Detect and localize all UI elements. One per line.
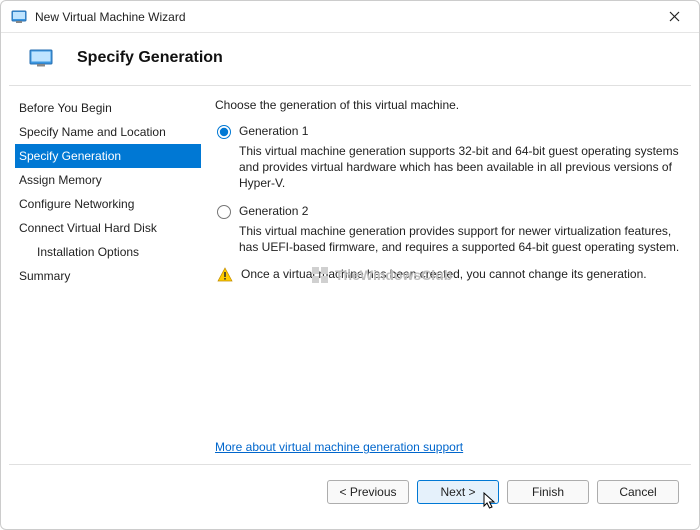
warning-row: Once a virtual machine has been created,… [215, 267, 681, 283]
app-icon [11, 9, 27, 25]
sidebar-item-configure-networking[interactable]: Configure Networking [15, 192, 201, 216]
instruction-text: Choose the generation of this virtual ma… [215, 98, 681, 112]
warning-text: Once a virtual machine has been created,… [241, 267, 647, 281]
generation-1-option[interactable]: Generation 1 [215, 124, 681, 139]
wizard-footer: < Previous Next > Finish Cancel [9, 464, 691, 518]
page-title: Specify Generation [77, 49, 223, 67]
generation-2-radio[interactable] [217, 205, 231, 219]
generation-2-label: Generation 2 [239, 204, 308, 218]
generation-1-label: Generation 1 [239, 124, 308, 138]
generation-2-description: This virtual machine generation provides… [239, 223, 681, 255]
wizard-content: Choose the generation of this virtual ma… [201, 86, 699, 464]
titlebar: New Virtual Machine Wizard [1, 1, 699, 33]
close-button[interactable] [659, 2, 689, 32]
warning-icon [217, 267, 233, 283]
sidebar-item-installation-options[interactable]: Installation Options [15, 240, 201, 264]
wizard-sidebar: Before You Begin Specify Name and Locati… [1, 86, 201, 464]
sidebar-item-before-you-begin[interactable]: Before You Begin [15, 96, 201, 120]
wizard-body: Before You Begin Specify Name and Locati… [1, 86, 699, 464]
sidebar-item-summary[interactable]: Summary [15, 264, 201, 288]
generation-2-option[interactable]: Generation 2 [215, 204, 681, 219]
cancel-button[interactable]: Cancel [597, 480, 679, 504]
sidebar-item-connect-vhd[interactable]: Connect Virtual Hard Disk [15, 216, 201, 240]
sidebar-item-assign-memory[interactable]: Assign Memory [15, 168, 201, 192]
sidebar-item-specify-generation[interactable]: Specify Generation [15, 144, 201, 168]
more-info-link[interactable]: More about virtual machine generation su… [215, 440, 463, 454]
next-button[interactable]: Next > [417, 480, 499, 504]
finish-button[interactable]: Finish [507, 480, 589, 504]
previous-button[interactable]: < Previous [327, 480, 409, 504]
sidebar-item-specify-name[interactable]: Specify Name and Location [15, 120, 201, 144]
generation-1-description: This virtual machine generation supports… [239, 143, 681, 192]
monitor-icon [29, 49, 53, 67]
wizard-header: Specify Generation [1, 33, 699, 85]
window-title: New Virtual Machine Wizard [35, 10, 186, 24]
generation-1-radio[interactable] [217, 125, 231, 139]
